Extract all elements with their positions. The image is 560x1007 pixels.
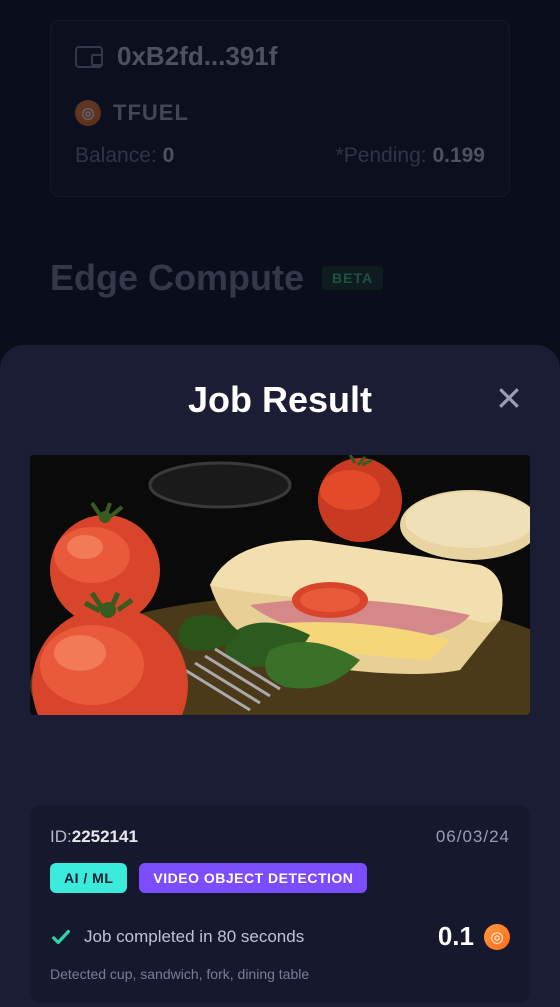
wallet-card: 0xB2fd...391f ◎ TFUEL Balance: 0 *Pendin… xyxy=(50,20,510,197)
modal-title: Job Result xyxy=(30,379,530,421)
close-button[interactable] xyxy=(494,383,524,413)
section-header: Edge Compute BETA xyxy=(50,257,510,299)
job-status-text: Job completed in 80 seconds xyxy=(84,927,304,947)
token-label: TFUEL xyxy=(113,100,189,126)
section-title: Edge Compute xyxy=(50,257,304,299)
balance-value: 0 xyxy=(163,144,175,167)
wallet-address-row[interactable]: 0xB2fd...391f xyxy=(75,41,485,72)
result-image xyxy=(30,455,530,715)
tfuel-coin-icon: ◎ xyxy=(484,924,510,950)
beta-badge: BETA xyxy=(322,266,383,290)
close-icon xyxy=(494,383,524,413)
detected-objects: Detected cup, sandwich, fork, dining tab… xyxy=(50,966,510,982)
tag-ai-ml[interactable]: AI / ML xyxy=(50,863,127,893)
wallet-address: 0xB2fd...391f xyxy=(117,41,277,72)
job-id-value: 2252141 xyxy=(72,827,138,846)
pending-label: *Pending: xyxy=(336,144,427,167)
amount-value: 0.1 xyxy=(438,921,474,952)
job-id-label: ID: xyxy=(50,827,72,846)
wallet-icon xyxy=(75,46,103,68)
balance-label: Balance: xyxy=(75,144,157,167)
tfuel-icon: ◎ xyxy=(75,100,101,126)
job-date: 06/03/24 xyxy=(436,827,510,847)
job-amount: 0.1 ◎ xyxy=(438,921,510,952)
check-icon xyxy=(50,926,72,948)
pending-value: 0.199 xyxy=(432,144,485,167)
tag-video-object-detection[interactable]: VIDEO OBJECT DETECTION xyxy=(139,863,367,893)
job-card: ID:2252141 06/03/24 AI / ML VIDEO OBJECT… xyxy=(30,805,530,1002)
tags-row: AI / ML VIDEO OBJECT DETECTION xyxy=(50,863,510,893)
job-id: ID:2252141 xyxy=(50,827,138,847)
balance-row: Balance: 0 *Pending: 0.199 xyxy=(75,144,485,168)
job-result-modal: Job Result xyxy=(0,345,560,1007)
token-row: ◎ TFUEL xyxy=(75,100,485,126)
